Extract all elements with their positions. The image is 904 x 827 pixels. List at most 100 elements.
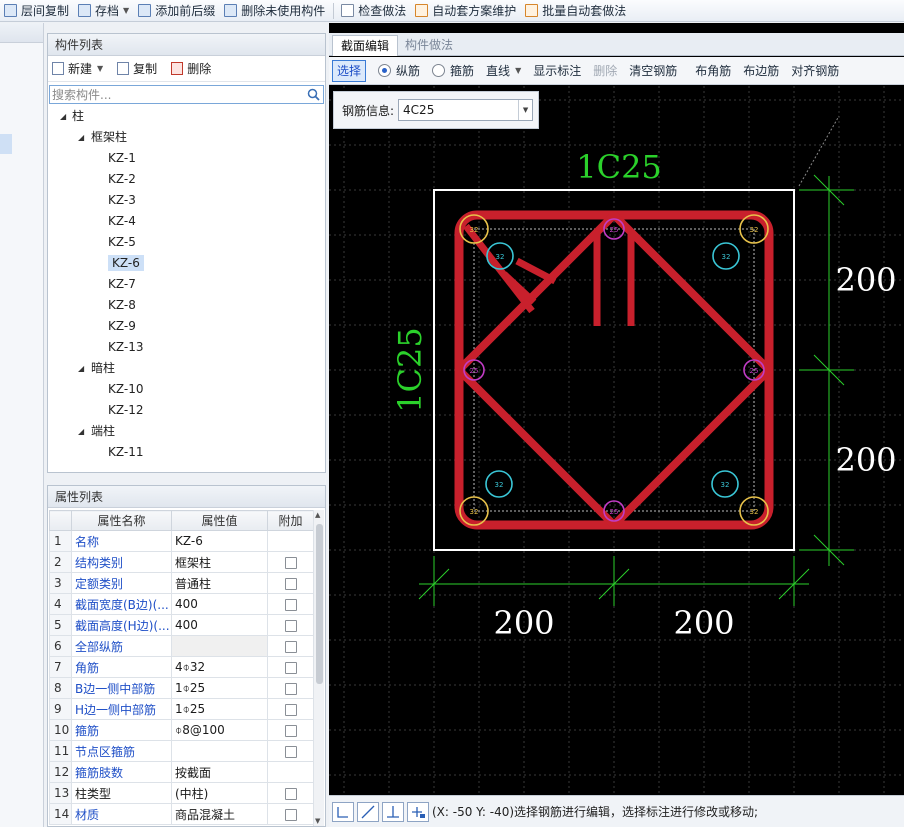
copy-component-button[interactable]: 复制 [117,60,157,77]
property-row[interactable]: 10 箍筋 ⌽8@100 [49,719,314,741]
property-value[interactable]: 1⌽25 [171,677,268,699]
tree-group[interactable]: 暗柱 [91,358,115,378]
property-value[interactable] [171,635,268,657]
search-icon[interactable] [307,88,320,101]
property-value[interactable] [171,740,268,762]
tree-item[interactable]: KZ-11 [108,442,143,462]
property-scrollbar[interactable]: ▲ ▼ [313,510,324,826]
extra-checkbox[interactable] [284,703,297,716]
show-label-button[interactable]: 显示标注 [527,62,587,79]
select-button[interactable]: 选择 [332,59,367,82]
property-value[interactable]: ⌽8@100 [171,719,268,741]
tree-item[interactable]: KZ-4 [108,211,136,231]
tree-item[interactable]: KZ-10 [108,379,143,399]
property-row[interactable]: 13 柱类型 (中柱) [49,782,314,804]
property-value[interactable]: 1⌽25 [171,698,268,720]
property-row[interactable]: 7 角筋 4⌽32 [49,656,314,678]
property-value[interactable]: (中柱) [171,782,268,804]
delete-component-button[interactable]: 删除 [171,60,211,77]
extra-checkbox[interactable] [284,661,297,674]
property-value[interactable]: 400 [171,593,268,615]
property-value[interactable]: 商品混凝土 [171,803,268,825]
batch-auto-button[interactable]: 批量自动套做法 [521,0,631,21]
top-rebar-label[interactable]: 1C25 [576,148,662,186]
tree-expand-icon[interactable]: ◢ [78,364,84,373]
left-nav-selected-item[interactable] [0,134,12,154]
extra-checkbox[interactable] [284,682,297,695]
extra-checkbox[interactable] [284,724,297,737]
clear-rebar-button[interactable]: 清空钢筋 [623,62,683,79]
property-row[interactable]: 14 材质 商品混凝土 [49,803,314,825]
tree-item[interactable]: KZ-3 [108,190,136,210]
property-value[interactable]: 4⌽32 [171,656,268,678]
extra-checkbox[interactable] [284,787,297,800]
scrollbar-thumb[interactable] [316,524,323,684]
property-row[interactable]: 3 定额类别 普通柱 [49,572,314,594]
bottom-dim-right[interactable]: 200 [673,604,734,642]
chevron-down-icon[interactable]: ▼ [97,64,103,73]
tree-item[interactable]: KZ-12 [108,400,143,420]
point-snap-button[interactable] [407,801,429,822]
chevron-down-icon[interactable]: ▼ [518,100,532,120]
property-row[interactable]: 2 结构类别 框架柱 [49,551,314,573]
diagonal-snap-button[interactable] [357,801,379,822]
tree-item[interactable]: KZ-5 [108,232,136,252]
property-row[interactable]: 6 全部纵筋 [49,635,314,657]
line-dropdown[interactable]: 直线 ▼ [480,62,527,79]
extra-checkbox[interactable] [284,556,297,569]
component-search-input[interactable] [50,86,300,103]
property-row[interactable]: 8 B边一侧中部筋 1⌽25 [49,677,314,699]
property-row[interactable]: 1 名称 KZ-6 [49,530,314,552]
right-dim-bottom[interactable]: 200 [835,441,896,479]
tree-expand-icon[interactable]: ◢ [60,112,66,121]
property-value[interactable]: 按截面 [171,761,268,783]
property-row[interactable]: 4 截面宽度(B边)(... 400 [49,593,314,615]
property-row[interactable]: 9 H边一侧中部筋 1⌽25 [49,698,314,720]
tree-root-column[interactable]: 柱 [72,106,84,126]
property-row[interactable]: 5 截面高度(H边)(... 400 [49,614,314,636]
bottom-dim-left[interactable]: 200 [493,604,554,642]
delete-rebar-button[interactable]: 删除 [587,62,623,79]
drawing-canvas[interactable]: 32 32 32 32 25 25 25 25 32 32 32 32 1C25 1C25 200 2… [329,86,904,793]
add-prefix-suffix-button[interactable]: 添加前后缀 [134,0,220,21]
tree-item[interactable]: KZ-2 [108,169,136,189]
tree-item[interactable]: KZ-8 [108,295,136,315]
archive-button[interactable]: 存档 ▼ [74,0,134,21]
right-dim-top[interactable]: 200 [835,261,896,299]
tree-expand-icon[interactable]: ◢ [78,133,84,142]
tree-group[interactable]: 框架柱 [91,127,127,147]
longitudinal-radio[interactable]: 纵筋 [372,62,426,79]
new-component-button[interactable]: 新建 ▼ [52,60,103,77]
delete-unused-button[interactable]: 删除未使用构件 [220,0,330,21]
tree-item[interactable]: KZ-1 [108,148,136,168]
property-value[interactable]: 400 [171,614,268,636]
left-rebar-label[interactable]: 1C25 [391,327,429,413]
tree-item[interactable]: KZ-13 [108,337,143,357]
extra-checkbox[interactable] [284,745,297,758]
chevron-down-icon[interactable]: ▼ [123,6,129,15]
auto-scheme-button[interactable]: 自动套方案维护 [411,0,521,21]
property-row[interactable]: 12 箍筋肢数 按截面 [49,761,314,783]
edge-rebar-button[interactable]: 布边筋 [737,62,785,79]
extra-checkbox[interactable] [284,640,297,653]
tree-item[interactable]: KZ-9 [108,316,136,336]
copy-floor-button[interactable]: 层间复制 [0,0,74,21]
perpendicular-snap-button[interactable] [382,801,404,822]
extra-checkbox[interactable] [284,619,297,632]
property-value[interactable]: 框架柱 [171,551,268,573]
property-row[interactable]: 11 节点区箍筋 [49,740,314,762]
extra-checkbox[interactable] [284,808,297,821]
align-rebar-button[interactable]: 对齐钢筋 [785,62,845,79]
scroll-down-icon[interactable]: ▼ [315,817,320,825]
orthogonal-snap-button[interactable] [332,801,354,822]
tree-expand-icon[interactable]: ◢ [78,427,84,436]
tab-section-edit[interactable]: 截面编辑 [332,35,399,56]
property-value[interactable]: KZ-6 [171,530,268,552]
check-method-button[interactable]: 检查做法 [337,0,411,21]
extra-checkbox[interactable] [284,577,297,590]
scroll-up-icon[interactable]: ▲ [315,511,320,519]
extra-checkbox[interactable] [284,598,297,611]
tab-component-method[interactable]: 构件做法 [397,35,461,56]
rebar-info-select[interactable]: 4C25 ▼ [398,99,534,121]
stirrup-radio[interactable]: 箍筋 [426,62,480,79]
